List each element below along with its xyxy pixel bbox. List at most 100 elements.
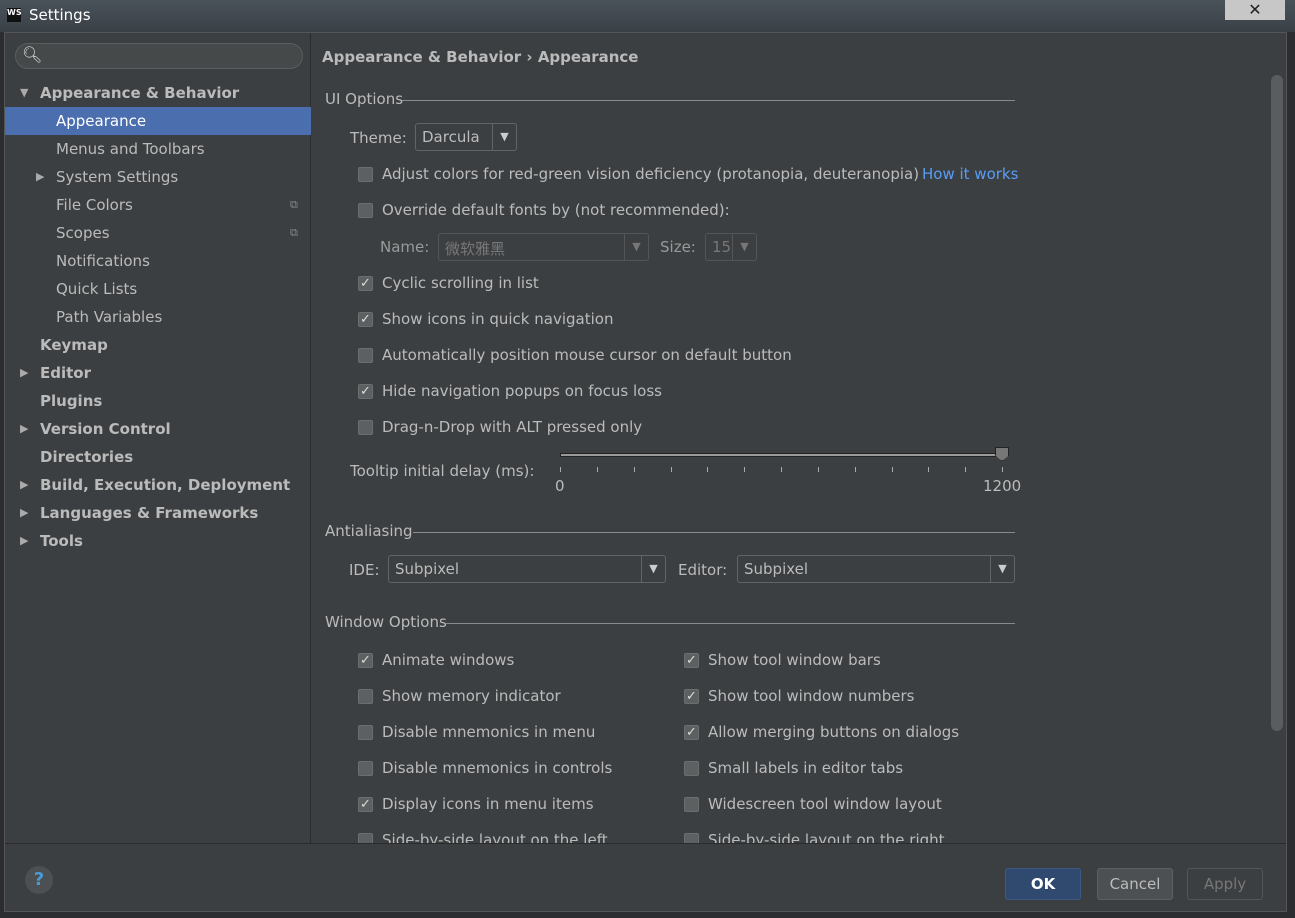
app-logo-icon: WS bbox=[7, 8, 22, 22]
sidebar-item-appearance-behavior[interactable]: ▼ Appearance & Behavior bbox=[5, 79, 311, 107]
sidebar-item-label: Build, Execution, Deployment bbox=[40, 476, 291, 494]
expand-right-icon[interactable]: ▶ bbox=[20, 527, 28, 555]
checkbox-label: Side-by-side layout on the left bbox=[382, 831, 608, 843]
checkbox-label: Side-by-side layout on the right bbox=[708, 831, 945, 843]
sidebar-item-menus-and-toolbars[interactable]: Menus and Toolbars bbox=[5, 135, 311, 163]
sidebar: 🔍︎ ▼ Appearance & Behavior Appearance Menus… bbox=[5, 33, 311, 843]
checkmark-icon: ✓ bbox=[358, 653, 373, 668]
chevron-down-icon: ▼ bbox=[732, 234, 756, 260]
project-scope-icon: ⧉ bbox=[290, 198, 298, 211]
sidebar-item-label: Languages & Frameworks bbox=[40, 504, 259, 522]
apply-button[interactable]: Apply bbox=[1187, 868, 1263, 900]
sidebar-item-quick-lists[interactable]: Quick Lists bbox=[5, 275, 311, 303]
slider-tick bbox=[965, 467, 967, 472]
scrollbar[interactable] bbox=[1271, 75, 1283, 731]
expand-right-icon[interactable]: ▶ bbox=[20, 499, 28, 527]
editor-aa-dropdown[interactable]: Subpixel ▼ bbox=[737, 555, 1015, 583]
sidebar-item-editor[interactable]: ▶ Editor bbox=[5, 359, 311, 387]
search-icon: 🔍︎ bbox=[22, 45, 43, 64]
sidebar-item-label: Version Control bbox=[40, 420, 171, 438]
checkbox-label: Allow merging buttons on dialogs bbox=[708, 723, 960, 741]
title-bar: WS Settings ✕ bbox=[0, 0, 1295, 32]
checkbox-label: Show icons in quick navigation bbox=[382, 310, 614, 328]
checkbox-icon bbox=[358, 689, 373, 704]
section-window-options: Window Options bbox=[325, 613, 1015, 633]
sidebar-item-tools[interactable]: ▶ Tools bbox=[5, 527, 311, 555]
sidebar-item-version-control[interactable]: ▶ Version Control bbox=[5, 415, 311, 443]
checkbox-icon bbox=[358, 203, 373, 218]
checkbox-label: Disable mnemonics in controls bbox=[382, 759, 613, 777]
checkbox-label: Drag-n-Drop with ALT pressed only bbox=[382, 418, 643, 436]
checkbox-label: Show tool window numbers bbox=[708, 687, 915, 705]
checkbox-label: Disable mnemonics in menu bbox=[382, 723, 596, 741]
sidebar-item-label: System Settings bbox=[56, 168, 179, 186]
slider-tick bbox=[854, 467, 856, 472]
slider-thumb[interactable] bbox=[995, 447, 1009, 461]
slider-tick bbox=[928, 467, 930, 472]
checkbox-icon bbox=[358, 833, 373, 843]
how-it-works-link[interactable]: How it works bbox=[922, 165, 1018, 183]
checkmark-icon: ✓ bbox=[358, 312, 373, 327]
font-size-dropdown[interactable]: 15 ▼ bbox=[705, 233, 757, 261]
section-title: UI Options bbox=[325, 90, 404, 108]
section-ui-options: UI Options bbox=[325, 90, 1015, 110]
slider-tick bbox=[781, 467, 782, 472]
font-name-dropdown[interactable]: 微软雅黑 ▼ bbox=[438, 233, 649, 261]
sidebar-item-label: Scopes bbox=[56, 224, 110, 242]
sidebar-item-scopes[interactable]: Scopes ⧉ bbox=[5, 219, 311, 247]
sidebar-item-path-variables[interactable]: Path Variables bbox=[5, 303, 311, 331]
search-input[interactable]: 🔍︎ bbox=[15, 43, 303, 69]
expand-right-icon[interactable]: ▶ bbox=[20, 359, 28, 387]
section-antialiasing: Antialiasing bbox=[325, 522, 1015, 542]
close-button[interactable]: ✕ bbox=[1225, 0, 1285, 20]
theme-label: Theme: bbox=[350, 129, 407, 147]
sidebar-item-languages-frameworks[interactable]: ▶ Languages & Frameworks bbox=[5, 499, 311, 527]
chevron-down-icon: ▼ bbox=[990, 556, 1014, 582]
sidebar-item-appearance[interactable]: Appearance bbox=[5, 107, 311, 135]
expand-down-icon[interactable]: ▼ bbox=[20, 79, 28, 107]
expand-right-icon[interactable]: ▶ bbox=[20, 471, 28, 499]
slider-tick bbox=[744, 467, 746, 472]
theme-dropdown[interactable]: Darcula ▼ bbox=[415, 123, 517, 151]
section-title: Antialiasing bbox=[325, 522, 413, 540]
checkbox-label: Cyclic scrolling in list bbox=[382, 274, 539, 292]
checkbox-icon bbox=[358, 348, 373, 363]
font-size-label: Size: bbox=[660, 238, 696, 256]
editor-aa-label: Editor: bbox=[678, 561, 728, 579]
sidebar-item-system-settings[interactable]: ▶ System Settings bbox=[5, 163, 311, 191]
checkbox-icon bbox=[358, 420, 373, 435]
ide-aa-dropdown[interactable]: Subpixel ▼ bbox=[388, 555, 666, 583]
checkbox-icon bbox=[684, 797, 699, 812]
ok-button[interactable]: OK bbox=[1005, 868, 1081, 900]
expand-right-icon[interactable]: ▶ bbox=[20, 415, 28, 443]
checkbox-label: Small labels in editor tabs bbox=[708, 759, 904, 777]
slider-tick bbox=[891, 467, 893, 472]
slider-tick bbox=[817, 467, 819, 472]
tooltip-delay-slider[interactable] bbox=[556, 445, 1009, 475]
sidebar-item-build-execution-deployment[interactable]: ▶ Build, Execution, Deployment bbox=[5, 471, 311, 499]
slider-tick bbox=[670, 467, 672, 472]
expand-right-icon[interactable]: ▶ bbox=[36, 163, 44, 191]
sidebar-item-label: Quick Lists bbox=[56, 280, 138, 298]
sidebar-item-label: Directories bbox=[40, 448, 134, 466]
sidebar-item-keymap[interactable]: Keymap bbox=[5, 331, 311, 359]
checkbox-icon bbox=[684, 833, 699, 843]
sidebar-item-notifications[interactable]: Notifications bbox=[5, 247, 311, 275]
cancel-button[interactable]: Cancel bbox=[1097, 868, 1173, 900]
checkmark-icon: ✓ bbox=[684, 653, 699, 668]
sidebar-item-file-colors[interactable]: File Colors ⧉ bbox=[5, 191, 311, 219]
settings-content: Appearance & Behavior › Appearance UI Op… bbox=[312, 33, 1288, 843]
checkmark-icon: ✓ bbox=[684, 725, 699, 740]
sidebar-item-label: Notifications bbox=[56, 252, 150, 270]
checkmark-icon: ✓ bbox=[358, 797, 373, 812]
checkmark-icon: ✓ bbox=[358, 384, 373, 399]
sidebar-item-directories[interactable]: Directories bbox=[5, 443, 311, 471]
sidebar-item-plugins[interactable]: Plugins bbox=[5, 387, 311, 415]
chevron-down-icon: ▼ bbox=[641, 556, 665, 582]
settings-dialog: 🔍︎ ▼ Appearance & Behavior Appearance Menus… bbox=[4, 32, 1287, 912]
checkbox-label: Widescreen tool window layout bbox=[708, 795, 942, 813]
help-button[interactable]: ? bbox=[25, 866, 53, 894]
slider-min-label: 0 bbox=[555, 477, 565, 495]
sidebar-item-label: Keymap bbox=[40, 336, 108, 354]
slider-max-label: 1200 bbox=[983, 477, 1022, 495]
